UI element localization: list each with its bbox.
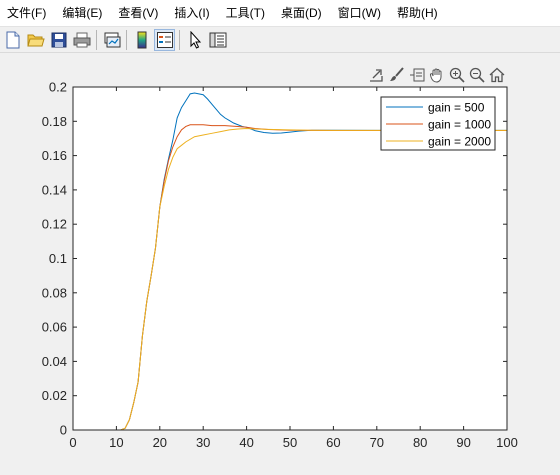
y-tick-label: 0.16 — [42, 148, 67, 163]
export-icon — [370, 69, 383, 82]
y-tick-label: 0.12 — [42, 217, 67, 232]
y-tick-label: 0 — [60, 423, 67, 438]
y-tick-label: 0.2 — [49, 80, 67, 95]
x-tick-label: 60 — [326, 435, 340, 450]
legend-label-2: gain = 1000 — [428, 118, 491, 132]
x-tick-label: 80 — [413, 435, 427, 450]
y-tick-label: 0.02 — [42, 388, 67, 403]
y-tick-label: 0.06 — [42, 320, 67, 335]
legend-label-3: gain = 2000 — [428, 135, 491, 149]
brush-icon — [390, 67, 404, 81]
home-icon — [489, 67, 505, 83]
zoom-out-icon — [469, 67, 485, 83]
zoom-out-button[interactable] — [467, 66, 487, 84]
zoom-in-icon — [449, 67, 465, 83]
pan-button[interactable] — [427, 66, 447, 84]
legend-label-1: gain = 500 — [428, 101, 485, 115]
x-tick-label: 50 — [283, 435, 297, 450]
data-tips-button[interactable] — [407, 66, 427, 84]
brush-button[interactable] — [387, 66, 407, 84]
y-tick-label: 0.18 — [42, 114, 67, 129]
y-tick-label: 0.1 — [49, 251, 67, 266]
x-tick-label: 100 — [496, 435, 518, 450]
data-tips-icon — [410, 68, 425, 82]
zoom-in-button[interactable] — [447, 66, 467, 84]
x-tick-label: 40 — [239, 435, 253, 450]
axes-toolbar — [367, 66, 507, 84]
x-tick-label: 10 — [109, 435, 123, 450]
y-tick-label: 0.04 — [42, 354, 67, 369]
y-tick-label: 0.14 — [42, 182, 67, 197]
x-tick-label: 20 — [153, 435, 167, 450]
home-button[interactable] — [487, 66, 507, 84]
x-tick-label: 30 — [196, 435, 210, 450]
x-tick-label: 0 — [69, 435, 76, 450]
x-tick-label: 70 — [370, 435, 384, 450]
export-button[interactable] — [367, 66, 387, 84]
legend[interactable]: gain = 500 gain = 1000 gain = 2000 — [380, 96, 496, 151]
y-tick-label: 0.08 — [42, 285, 67, 300]
x-tick-label: 90 — [456, 435, 470, 450]
pan-icon — [430, 68, 442, 83]
